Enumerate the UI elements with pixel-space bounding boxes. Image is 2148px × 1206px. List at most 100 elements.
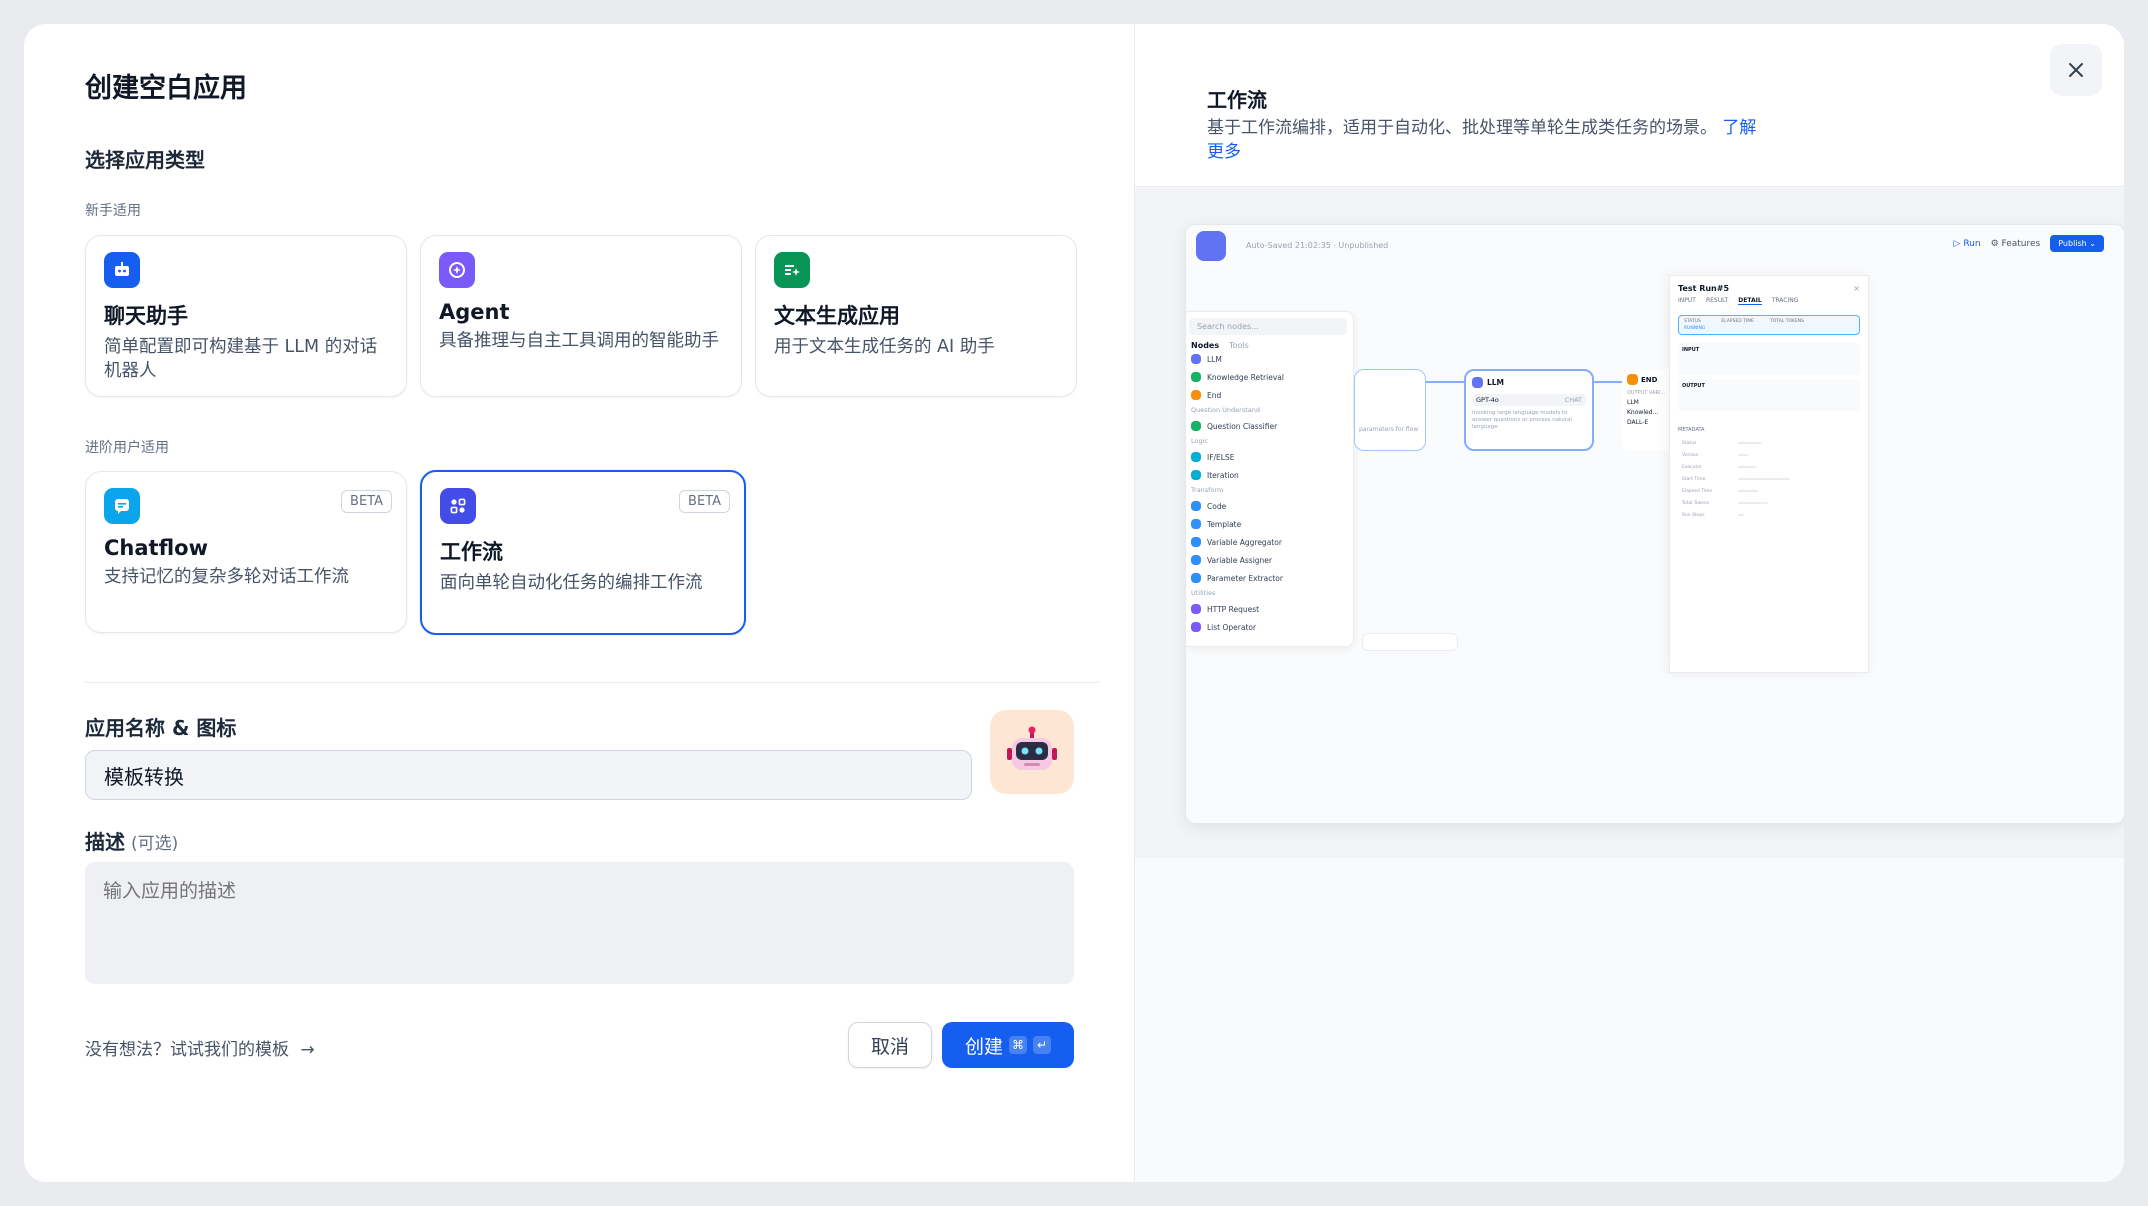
app-type-name: Agent <box>439 300 510 324</box>
node-item[interactable]: IF/ELSE <box>1186 448 1353 466</box>
test-run-close-icon[interactable]: × <box>1853 284 1860 293</box>
skeleton <box>1738 478 1790 480</box>
node-item[interactable]: Knowledge Retrieval <box>1186 368 1353 386</box>
app-type-name: 聊天助手 <box>104 304 188 328</box>
metadata-row-label: Version <box>1682 452 1699 458</box>
node-item[interactable]: LLM <box>1186 350 1353 368</box>
description-label: 描述 (可选) <box>85 826 178 855</box>
skeleton <box>1738 454 1748 456</box>
modal-title: 创建空白应用 <box>85 73 247 104</box>
preview-title: 工作流 <box>1207 88 1267 112</box>
chat-bot-icon <box>104 252 140 288</box>
tab-nodes[interactable]: Nodes <box>1191 341 1219 350</box>
app-type-card-chatflow[interactable]: BETA Chatflow 支持记忆的复杂多轮对话工作流 <box>85 471 407 633</box>
workflow-node-llm: LLM GPT-4o CHAT Invoking large language … <box>1464 369 1594 451</box>
node-search-input[interactable]: Search nodes... <box>1189 318 1347 335</box>
app-icon-picker[interactable] <box>990 710 1074 794</box>
app-type-heading: 选择应用类型 <box>85 148 205 172</box>
workflow-node-start: parameters for flow <box>1354 369 1426 451</box>
node-item[interactable]: Parameter Extractor <box>1186 569 1353 587</box>
node-item[interactable]: Question Classifier <box>1186 417 1353 435</box>
tab-input[interactable]: INPUT <box>1678 297 1696 305</box>
app-name-input[interactable] <box>85 750 972 800</box>
section-divider <box>85 682 1099 683</box>
preview-description: 基于工作流编排，适用于自动化、批处理等单轮生成类任务的场景。 了解更多 <box>1207 116 1767 164</box>
test-run-title: Test Run#5 <box>1678 284 1730 293</box>
try-template-text: 没有想法？试试我们的模板 <box>85 1040 289 1060</box>
app-type-name: Chatflow <box>104 536 208 560</box>
app-logo-icon <box>1196 231 1226 261</box>
command-key-icon: ⌘ <box>1009 1036 1027 1054</box>
tab-result[interactable]: RESULT <box>1706 297 1728 305</box>
test-run-tabs: INPUT RESULT DETAIL TRACING <box>1670 297 1868 305</box>
arrow-right-icon: → <box>300 1040 315 1060</box>
features-button[interactable]: ⚙ Features <box>1991 239 2041 249</box>
status-field: STATUS RUNNING <box>1684 319 1705 331</box>
text-generation-icon <box>774 252 810 288</box>
end-icon <box>1627 374 1638 385</box>
beta-badge: BETA <box>341 490 392 513</box>
node-item-label: Iteration <box>1207 470 1239 480</box>
metadata-rows: Status Version Executor Start Time Elaps… <box>1670 437 1868 521</box>
end-node-title: END <box>1641 375 1658 384</box>
node-item-label: Parameter Extractor <box>1207 573 1283 583</box>
output-label: OUTPUT <box>1682 383 1705 389</box>
app-type-card-text-generation[interactable]: 文本生成应用 用于文本生成任务的 AI 助手 <box>755 235 1077 397</box>
input-section: INPUT <box>1678 343 1860 375</box>
app-type-desc: 用于文本生成任务的 AI 助手 <box>774 337 995 357</box>
node-item-label: Variable Aggregator <box>1207 537 1282 547</box>
node-item-label: Variable Assigner <box>1207 555 1272 565</box>
node-item[interactable]: HTTP Request <box>1186 600 1353 618</box>
node-item[interactable]: Iteration <box>1186 466 1353 484</box>
chatflow-icon <box>104 488 140 524</box>
tab-detail[interactable]: DETAIL <box>1738 297 1762 305</box>
app-type-name: 工作流 <box>440 540 503 564</box>
workflow-preview-image: Auto-Saved 21:02:35 · Unpublished ▷ Run … <box>1135 188 2124 858</box>
enter-key-icon: ↵ <box>1033 1036 1051 1054</box>
node-item[interactable]: Variable Assigner <box>1186 551 1353 569</box>
node-item[interactable]: Code <box>1186 497 1353 515</box>
canvas-controls <box>1362 633 1458 651</box>
app-type-card-workflow[interactable]: BETA 工作流 面向单轮自动化任务的编排工作流 <box>420 470 746 635</box>
features-label: Features <box>2001 238 2041 249</box>
close-button[interactable] <box>2050 44 2102 96</box>
create-button[interactable]: 创建 ⌘ ↵ <box>942 1022 1074 1068</box>
skeleton <box>1738 466 1756 468</box>
status-card: STATUS RUNNING ELAPSED TIME TOTAL TOKENS <box>1678 315 1860 335</box>
node-group-label: Logic <box>1191 437 1208 445</box>
node-item-label: Question Classifier <box>1207 421 1278 431</box>
llm-icon <box>1472 377 1483 388</box>
node-item[interactable]: List Operator <box>1186 618 1353 636</box>
app-type-card-agent[interactable]: Agent 具备推理与自主工具调用的智能助手 <box>420 235 742 397</box>
tokens-label: TOTAL TOKENS <box>1770 319 1805 324</box>
metadata-row: Run Steps <box>1682 509 1856 521</box>
tab-tracing[interactable]: TRACING <box>1772 297 1799 305</box>
node-item[interactable]: Template <box>1186 515 1353 533</box>
run-button[interactable]: ▷ Run <box>1954 239 1981 249</box>
publish-button[interactable]: Publish ⌄ <box>2050 235 2104 252</box>
node-group-label: Utilities <box>1191 589 1216 597</box>
metadata-row-label: Start Time <box>1682 476 1706 482</box>
tab-tools[interactable]: Tools <box>1229 341 1249 350</box>
description-textarea[interactable] <box>85 862 1074 984</box>
beta-badge: BETA <box>679 490 730 513</box>
status-label: STATUS <box>1684 319 1701 324</box>
skeleton <box>1738 490 1758 492</box>
llm-mode: CHAT <box>1564 396 1582 404</box>
app-type-desc: 简单配置即可构建基于 LLM 的对话机器人 <box>104 337 378 381</box>
app-type-name: 文本生成应用 <box>774 304 900 328</box>
input-label: INPUT <box>1682 347 1700 353</box>
agent-icon <box>439 252 475 288</box>
node-item[interactable]: End <box>1186 386 1353 404</box>
node-item[interactable]: Variable Aggregator <box>1186 533 1353 551</box>
output-section: OUTPUT <box>1678 379 1860 411</box>
cancel-button[interactable]: 取消 <box>848 1022 932 1068</box>
publish-label: Publish <box>2058 239 2087 248</box>
metadata-row-label: Status <box>1682 440 1697 446</box>
metadata-row: Elapsed Time <box>1682 485 1856 497</box>
try-template-link[interactable]: 没有想法？试试我们的模板 → <box>85 1035 315 1060</box>
close-icon <box>2069 63 2083 77</box>
metadata-row: Version <box>1682 449 1856 461</box>
preview-header: 工作流 基于工作流编排，适用于自动化、批处理等单轮生成类任务的场景。 了解更多 <box>1135 24 2124 187</box>
app-type-card-chatbot[interactable]: 聊天助手 简单配置即可构建基于 LLM 的对话机器人 <box>85 235 407 397</box>
